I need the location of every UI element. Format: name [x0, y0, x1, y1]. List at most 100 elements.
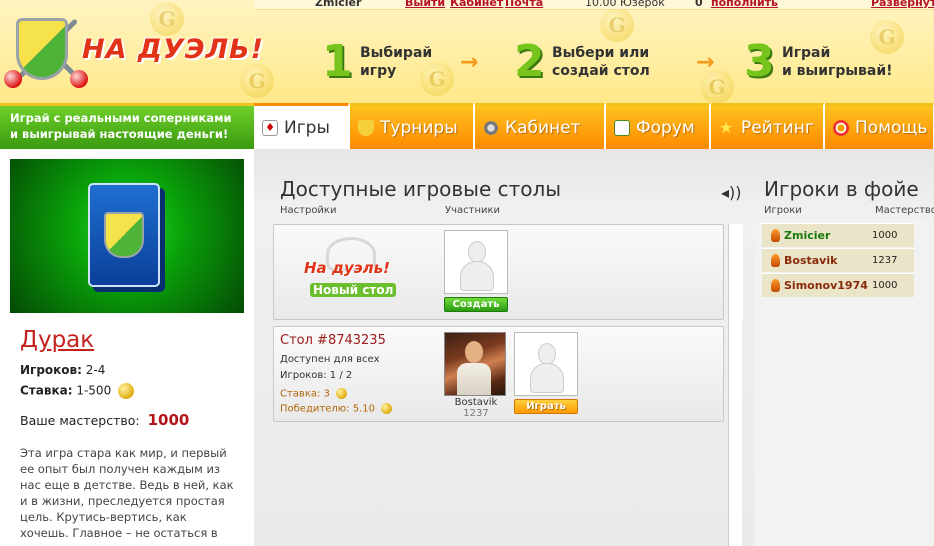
col-participants: Участники: [445, 205, 501, 216]
empty-seat-avatar: [444, 230, 508, 294]
player-avatar[interactable]: [444, 332, 506, 396]
create-table-button[interactable]: Создать: [444, 297, 508, 312]
table-players: Игроков: 1 / 2: [280, 370, 353, 381]
step-number: 1: [322, 36, 353, 87]
tab-label: Кабинет: [505, 117, 581, 138]
promo-text: Играй с реальными соперниками: [10, 111, 232, 125]
topup-link[interactable]: пополнить: [711, 0, 778, 9]
col-settings: Настройки: [280, 205, 337, 216]
username: Zmicier: [315, 0, 362, 9]
coins-icon: [118, 383, 135, 399]
stake-info: Ставка: 1-500: [20, 383, 135, 399]
lifebuoy-icon: [833, 119, 849, 136]
forum-icon: [614, 119, 630, 136]
arrow-right-icon: →: [460, 50, 479, 75]
step-text: создай стол: [552, 62, 650, 79]
stake-label: Ставка:: [20, 383, 73, 398]
step-2: 2 Выбери или создай стол: [514, 36, 650, 87]
pawn-icon: [771, 279, 780, 292]
logo-title: НА ДУЭЛЬ!: [82, 34, 264, 65]
table-prize-text: Победителю: 5.10: [280, 403, 375, 415]
pawn-icon: [771, 229, 780, 242]
player-rating: 1237: [463, 408, 489, 419]
tables-scrollbar[interactable]: [728, 224, 742, 546]
col-players: Игроки: [764, 205, 802, 216]
gear-icon: [483, 119, 499, 136]
table-prize: Победителю: 5.10: [280, 403, 393, 415]
ball-icon: [4, 70, 22, 88]
table-access: Доступен для всех: [280, 354, 380, 365]
tab-label: Рейтинг: [741, 117, 814, 138]
new-table-logo[interactable]: На дуэль! Новый стол: [302, 235, 398, 305]
site-logo[interactable]: НА ДУЭЛЬ!: [4, 6, 263, 98]
table-title[interactable]: Стол #8743235: [280, 333, 386, 348]
empty-seat-avatar: [514, 332, 578, 396]
coins-icon: [381, 403, 393, 414]
tab-cabinet[interactable]: Кабинет: [475, 103, 605, 149]
tab-games[interactable]: ♦ Игры: [254, 103, 349, 149]
table-panel[interactable]: Стол #8743235 Доступен для всех Игроков:…: [273, 326, 724, 422]
header: G G G G G G Zmicier Выйти Кабинет Почта …: [0, 0, 934, 103]
tab-tournaments[interactable]: Турниры: [350, 103, 474, 149]
step-text: Играй: [782, 44, 831, 61]
new-table-brand: На дуэль!: [304, 259, 390, 277]
expand-link[interactable]: Развернуть: [871, 0, 934, 9]
arrow-right-icon: →: [696, 50, 715, 75]
tab-help[interactable]: Помощь: [825, 103, 934, 149]
step-text: Выбери или: [552, 44, 650, 61]
stake-value: 1-500: [76, 383, 112, 398]
step-number: 2: [514, 36, 545, 87]
lobby-player-name[interactable]: Bostavik: [784, 254, 872, 267]
step-number: 3: [744, 36, 775, 87]
step-text: Выбирай: [360, 44, 433, 61]
tab-label: Турниры: [380, 117, 458, 138]
card-deck-icon: [88, 183, 160, 287]
tab-rating[interactable]: ★ Рейтинг: [711, 103, 824, 149]
tables-title: Доступные игровые столы: [280, 177, 562, 201]
table-stake-text: Ставка: 3: [280, 388, 330, 400]
main-content: Доступные игровые столы Настройки Участн…: [254, 149, 934, 546]
lobby-title: Игроки в фойе: [764, 177, 919, 201]
user-topbar: Zmicier Выйти Кабинет Почта 10.00 Юзерок…: [255, 0, 934, 10]
promo-text: и выигрывай настоящие деньги!: [10, 127, 229, 141]
new-table-panel: На дуэль! Новый стол Создать: [273, 224, 743, 320]
mastery-label: Ваше мастерство:: [20, 413, 140, 428]
logout-link[interactable]: Выйти: [405, 0, 445, 9]
cards-icon: ♦: [262, 119, 278, 136]
lobby-player-rating: 1000: [872, 280, 898, 291]
play-button[interactable]: Играть: [514, 399, 578, 414]
lobby-player-row[interactable]: Zmicier 1000: [762, 223, 914, 247]
new-table-label: Новый стол: [310, 283, 397, 297]
mastery-value: 1000: [147, 411, 190, 429]
game-title[interactable]: Дурак: [20, 327, 94, 353]
step-text: игру: [360, 62, 397, 79]
lobby-player-row[interactable]: Simonov1974 1000: [762, 273, 914, 297]
col-mastery: Мастерство: [875, 205, 934, 216]
mail-link[interactable]: Почта: [505, 0, 543, 9]
lobby-list: Zmicier 1000 Bostavik 1237 Simonov1974 1…: [762, 219, 914, 301]
lobby-player-rating: 1237: [872, 255, 898, 266]
lobby-player-name[interactable]: Simonov1974: [784, 279, 872, 292]
shield-icon: [16, 18, 68, 80]
game-sidebar: Дурак Игроков: 2-4 Ставка: 1-500 Ваше ма…: [0, 149, 254, 546]
cabinet-link[interactable]: Кабинет: [450, 0, 503, 9]
sound-icon[interactable]: ◂)): [721, 183, 742, 202]
coin-count: 0: [695, 0, 703, 9]
star-icon: ★: [719, 117, 734, 137]
tab-label: Помощь: [855, 117, 928, 138]
promo-banner: Играй с реальными соперниками и выигрыва…: [0, 103, 254, 149]
game-description: Эта игра стара как мир, и первый ее опыт…: [20, 446, 234, 546]
lobby-player-row[interactable]: Bostavik 1237: [762, 248, 914, 272]
tab-label: Игры: [284, 117, 330, 138]
main-nav: ♦ Игры Турниры Кабинет Форум ★ Рейтинг П…: [254, 103, 934, 149]
lobby-player-name[interactable]: Zmicier: [784, 229, 872, 242]
step-3: 3 Играй и выигрывай!: [744, 36, 893, 87]
trophy-icon: [358, 119, 374, 136]
lobby-player-rating: 1000: [872, 230, 898, 241]
players-label: Игроков:: [20, 363, 82, 377]
tab-label: Форум: [636, 117, 695, 138]
tab-forum[interactable]: Форум: [606, 103, 710, 149]
game-image: [10, 159, 244, 313]
pawn-icon: [771, 254, 780, 267]
player-name[interactable]: Bostavik: [444, 397, 508, 408]
